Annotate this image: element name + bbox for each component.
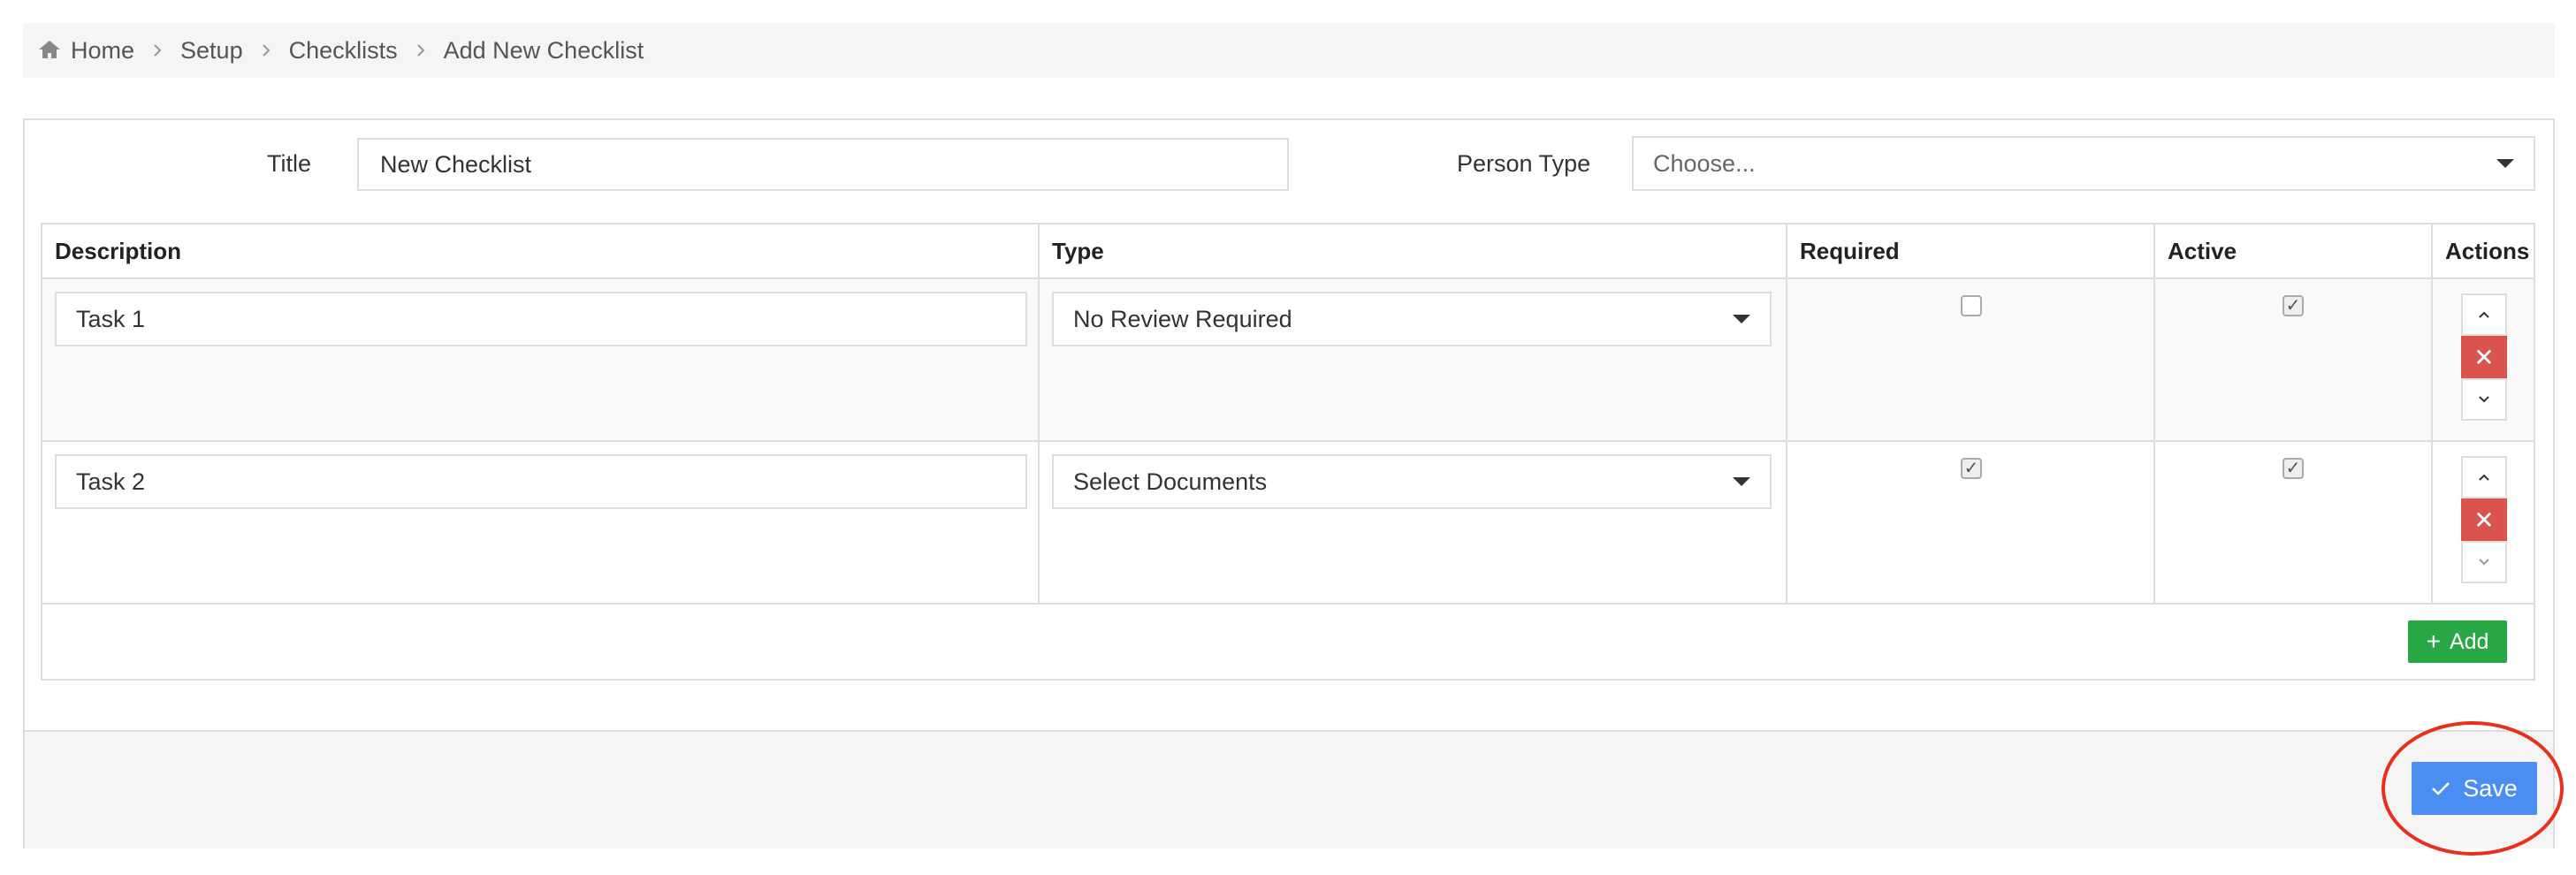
check-icon (2431, 780, 2450, 796)
chevron-up-icon (2479, 311, 2489, 318)
caret-down-icon (1733, 315, 1750, 323)
description-input[interactable]: Task 2 (55, 454, 1027, 509)
type-value: No Review Required (1073, 305, 1292, 332)
breadcrumb-checklists[interactable]: Checklists (289, 37, 398, 65)
description-value: Task 2 (76, 468, 146, 495)
move-down-button[interactable] (2461, 378, 2507, 421)
home-icon (37, 39, 64, 62)
panel-footer (25, 730, 2553, 848)
type-cell: Select Documents (1040, 442, 1787, 603)
type-cell: No Review Required (1040, 279, 1787, 440)
required-cell (1787, 279, 2155, 440)
active-checkbox[interactable]: ✓ (2283, 295, 2304, 316)
required-cell: ✓ (1787, 442, 2155, 603)
table-row: Task 1 No Review Required ✓ ✕ (42, 279, 2534, 442)
title-label: Title (267, 150, 312, 177)
breadcrumb-current: Add New Checklist (443, 36, 644, 64)
chevron-right-icon (152, 42, 163, 58)
actions-cell: ✕ (2433, 442, 2535, 603)
delete-button[interactable]: ✕ (2461, 336, 2507, 378)
required-checkbox[interactable] (1961, 295, 1982, 316)
description-cell: Task 2 (42, 442, 1040, 603)
chevron-right-icon (261, 42, 271, 58)
row-actions: ✕ (2461, 456, 2507, 583)
person-type-label: Person Type (1457, 150, 1591, 177)
table-row: Task 2 Select Documents ✓ ✓ ✕ (42, 442, 2534, 605)
required-checkbox[interactable]: ✓ (1961, 458, 1982, 479)
move-up-button[interactable] (2461, 456, 2507, 498)
active-cell: ✓ (2155, 442, 2433, 603)
breadcrumb: Home Setup Checklists Add New Checklist (23, 23, 2555, 78)
chevron-right-icon (415, 42, 426, 58)
breadcrumb-home[interactable]: Home (37, 37, 134, 65)
chevron-up-icon (2479, 474, 2489, 481)
person-type-select[interactable]: Choose... (1632, 136, 2535, 191)
type-value: Select Documents (1073, 468, 1268, 495)
title-input[interactable]: New Checklist (357, 138, 1289, 191)
add-row: + Add (42, 605, 2534, 681)
chevron-down-icon (2479, 559, 2489, 566)
person-type-placeholder: Choose... (1653, 149, 1756, 177)
row-actions: ✕ (2461, 293, 2507, 421)
delete-button[interactable]: ✕ (2461, 498, 2507, 541)
description-input[interactable]: Task 1 (55, 292, 1027, 346)
actions-cell: ✕ (2433, 279, 2535, 440)
column-header-actions: Actions (2433, 224, 2535, 279)
type-select[interactable]: No Review Required (1052, 292, 1772, 346)
caret-down-icon (1733, 477, 1750, 486)
description-cell: Task 1 (42, 279, 1040, 440)
active-cell: ✓ (2155, 279, 2433, 440)
checklist-form-panel: Title New Checklist Person Type Choose..… (23, 118, 2555, 848)
save-label: Save (2463, 774, 2518, 802)
add-task-button[interactable]: + Add (2408, 620, 2507, 663)
type-select[interactable]: Select Documents (1052, 454, 1772, 509)
add-label: Add (2449, 628, 2489, 654)
column-header-active: Active (2155, 224, 2433, 279)
checklist-table: Description Type Required Active Actions… (41, 223, 2535, 681)
title-input-value: New Checklist (380, 150, 532, 178)
column-header-description: Description (42, 224, 1040, 279)
close-icon: ✕ (2473, 343, 2495, 371)
close-icon: ✕ (2473, 506, 2495, 534)
panel-body: Title New Checklist Person Type Choose..… (25, 120, 2553, 730)
save-button[interactable]: Save (2412, 762, 2537, 815)
caret-down-icon (2496, 159, 2514, 168)
move-down-button[interactable] (2461, 541, 2507, 583)
description-value: Task 1 (76, 305, 146, 332)
column-header-type: Type (1040, 224, 1787, 279)
column-header-required: Required (1787, 224, 2155, 279)
breadcrumb-home-label[interactable]: Home (71, 37, 134, 65)
chevron-down-icon (2479, 396, 2489, 403)
plus-icon: + (2426, 628, 2441, 655)
active-checkbox[interactable]: ✓ (2283, 458, 2304, 479)
move-up-button[interactable] (2461, 293, 2507, 336)
breadcrumb-setup[interactable]: Setup (180, 37, 243, 65)
